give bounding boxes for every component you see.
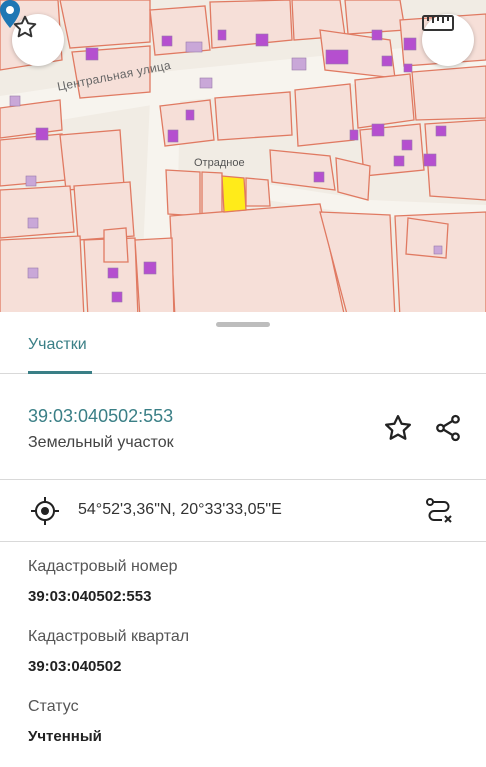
bottom-sheet: Участки 39:03:040502:553 Земельный участ… <box>0 312 486 767</box>
detail-label: Кадастровый квартал <box>28 628 190 645</box>
selected-parcel <box>221 175 247 213</box>
tab-bar: Участки <box>0 328 486 374</box>
star-outline-icon <box>385 415 411 440</box>
coordinates-text[interactable]: 54°52'3,36"N, 20°33'33,05"E <box>78 501 282 519</box>
detail-value: Учтенный <box>28 728 102 745</box>
map-favorite-button[interactable] <box>12 14 64 66</box>
detail-value: 39:03:040502 <box>28 658 122 675</box>
ruler-icon <box>422 15 454 31</box>
place-label: Отрадное <box>194 157 245 169</box>
map-ruler-button[interactable] <box>422 14 474 66</box>
coordinates-row: 54°52'3,36"N, 20°33'33,05"E <box>0 480 486 542</box>
detail-cadastral-quarter: Кадастровый квартал 39:03:040502 <box>28 628 189 675</box>
tab-parcels[interactable]: Участки <box>28 336 87 354</box>
crosshair-icon[interactable] <box>30 496 60 526</box>
parcel-header: 39:03:040502:553 Земельный участок <box>0 374 486 480</box>
parcel-type: Земельный участок <box>28 434 174 451</box>
parcel-share-button[interactable] <box>430 410 466 446</box>
star-outline-icon <box>13 15 37 38</box>
detail-cadastral-number: Кадастровый номер 39:03:040502:553 <box>28 558 178 605</box>
detail-label: Кадастровый номер <box>28 558 178 575</box>
detail-label: Статус <box>28 698 79 715</box>
share-icon <box>436 414 460 442</box>
detail-status: Статус Учтенный <box>28 698 102 745</box>
sheet-drag-handle[interactable] <box>216 322 270 327</box>
map-view[interactable]: Центральная улица Отрадное <box>0 0 486 318</box>
parcel-cadastral-id[interactable]: 39:03:040502:553 <box>28 406 173 427</box>
route-icon[interactable] <box>424 496 454 526</box>
detail-value: 39:03:040502:553 <box>28 588 152 605</box>
parcel-favorite-button[interactable] <box>380 410 416 446</box>
